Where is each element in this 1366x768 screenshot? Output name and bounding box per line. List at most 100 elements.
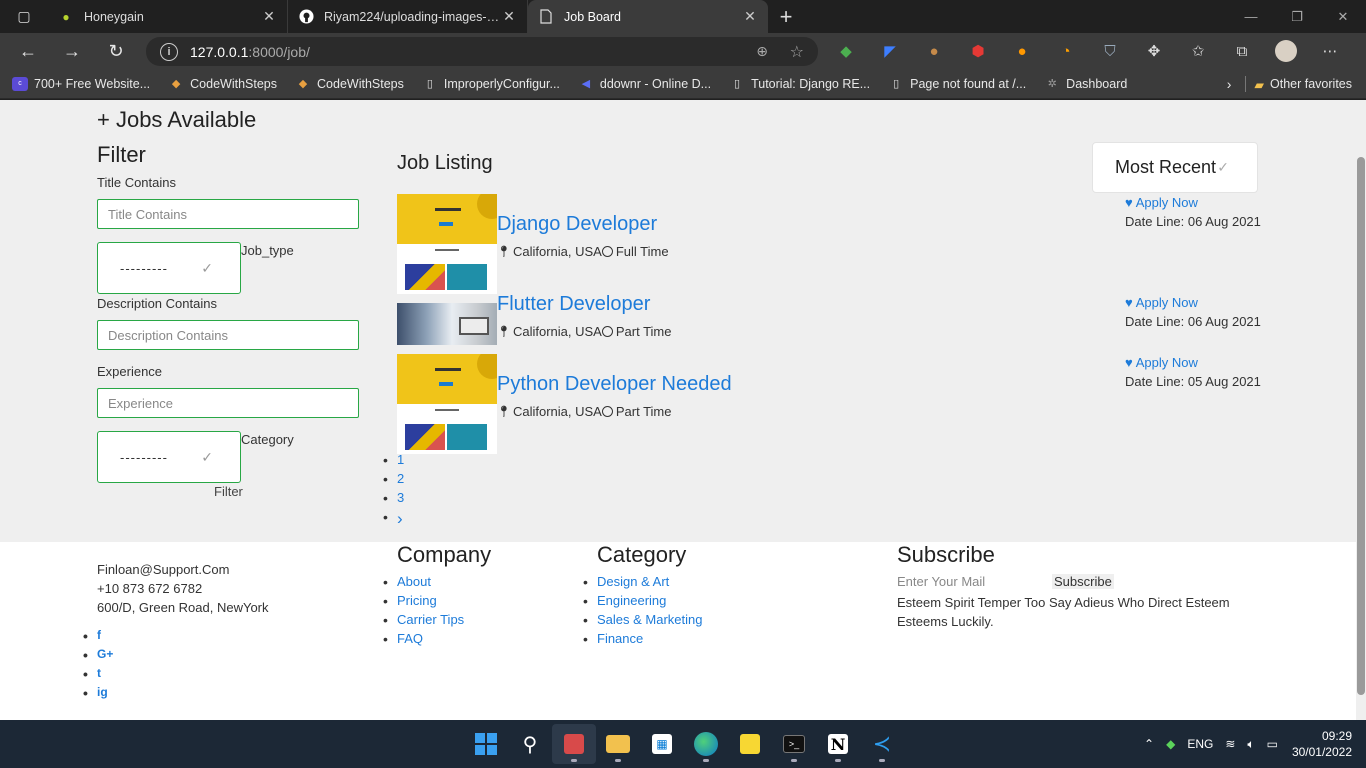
address-bar[interactable]: i 127.0.0.1:8000/job/ ⊕ ☆	[146, 37, 818, 66]
extension-orange-icon[interactable]: ●	[1000, 33, 1044, 69]
clock[interactable]: 09:29 30/01/2022	[1292, 728, 1352, 760]
tab-actions-icon[interactable]: ▢	[0, 0, 48, 33]
chevron-up-icon[interactable]: ⌃	[1144, 737, 1154, 751]
page-link-2[interactable]: 2	[383, 471, 405, 490]
tab-github[interactable]: Riyam224/uploading-images-for ✕	[288, 0, 528, 33]
close-window-icon[interactable]: ✕	[1320, 0, 1366, 33]
other-favorites[interactable]: › ▰ Other favorites	[1227, 69, 1352, 99]
close-icon[interactable]: ✕	[261, 8, 277, 25]
footer-link[interactable]: Sales & Marketing	[583, 612, 702, 631]
zoom-icon[interactable]: ⊕	[756, 43, 768, 60]
footer-link[interactable]: Engineering	[583, 593, 703, 612]
page-icon: ▯	[734, 78, 741, 90]
instagram-icon[interactable]: ig	[83, 685, 113, 704]
close-icon[interactable]: ✕	[501, 8, 517, 25]
subscribe-email-input[interactable]: Enter Your Mail	[897, 574, 985, 589]
bookmark-item[interactable]: ◆ CodeWithSteps	[168, 77, 277, 91]
volume-icon[interactable]: 🔈︎	[1247, 737, 1254, 752]
sort-select[interactable]: Most Recent ✓	[1092, 142, 1258, 193]
wifi-icon[interactable]: ≋	[1225, 737, 1235, 751]
edge-icon[interactable]	[684, 724, 728, 764]
extension-cookie-icon[interactable]: ●	[912, 33, 956, 69]
sticky-notes-icon[interactable]	[728, 724, 772, 764]
store-icon[interactable]: ▦	[640, 724, 684, 764]
extensions-puzzle-icon[interactable]: ✥	[1132, 33, 1176, 69]
job-title-link[interactable]: Python Developer Needed	[497, 373, 732, 396]
bookmark-item[interactable]: ▯ Tutorial: Django RE...	[729, 77, 870, 91]
start-icon[interactable]	[464, 724, 508, 764]
battery-icon[interactable]: ▭	[1267, 737, 1278, 751]
footer-link[interactable]: FAQ	[383, 631, 464, 650]
experience-input[interactable]: Experience	[97, 388, 359, 418]
extension-blue-icon[interactable]: ◤	[868, 33, 912, 69]
info-icon[interactable]: i	[160, 42, 178, 61]
refresh-icon[interactable]: ↻	[94, 33, 138, 69]
footer-link[interactable]: Finance	[583, 631, 703, 650]
clock-date: 30/01/2022	[1291, 745, 1352, 759]
extension-globe-icon[interactable]: ◆	[824, 33, 868, 69]
tab-honeygain[interactable]: ● Honeygain ✕	[48, 0, 288, 33]
new-tab-button[interactable]: +	[768, 0, 804, 33]
extension-red-icon[interactable]: ⬢	[956, 33, 1000, 69]
file-explorer-icon[interactable]	[596, 724, 640, 764]
bookmark-item[interactable]: c 700+ Free Website...	[12, 76, 150, 91]
search-icon[interactable]: ⚲	[508, 724, 552, 764]
language-indicator[interactable]: ENG	[1187, 737, 1213, 751]
favorite-star-icon[interactable]: ☆	[790, 42, 804, 62]
job-title-link[interactable]: Django Developer	[497, 213, 657, 236]
job-title-link[interactable]: Flutter Developer	[497, 293, 650, 316]
description-placeholder: Description Contains	[108, 327, 228, 343]
avatar[interactable]	[1264, 33, 1308, 69]
job-type-select[interactable]: --------- ✓	[97, 242, 241, 294]
contact-info: Finloan@Support.Com +10 873 672 6782 600…	[97, 560, 269, 617]
job-thumbnail[interactable]	[397, 194, 497, 294]
google-plus-icon[interactable]: G+	[83, 647, 114, 666]
title-contains-input[interactable]: Title Contains	[97, 199, 359, 229]
forward-icon[interactable]: →	[50, 33, 94, 69]
chevron-right-icon[interactable]: ›	[1227, 76, 1232, 92]
network-app-icon[interactable]: ◆	[1166, 737, 1175, 751]
page-link-1[interactable]: 1	[383, 452, 405, 471]
bookmark-item[interactable]: ▯ ImproperlyConfigur...	[422, 77, 560, 91]
bookmark-label: CodeWithSteps	[317, 76, 404, 91]
next-page-icon[interactable]: ›	[383, 509, 404, 528]
bookmark-item[interactable]: ✲ Dashboard	[1044, 77, 1128, 91]
description-input[interactable]: Description Contains	[97, 320, 359, 350]
favorites-icon[interactable]: ✩	[1176, 33, 1220, 69]
job-thumbnail[interactable]	[397, 303, 497, 345]
footer-link[interactable]: Carrier Tips	[383, 612, 464, 631]
apply-now-link[interactable]: ♥ Apply Now	[1125, 355, 1198, 370]
category-select[interactable]: --------- ✓	[97, 431, 241, 483]
filter-button[interactable]: Filter	[214, 484, 243, 499]
tab-job-board[interactable]: Job Board ✕	[528, 0, 768, 33]
more-menu-icon[interactable]: ⋯	[1308, 33, 1352, 69]
snipping-tool-icon[interactable]	[552, 724, 596, 764]
footer-link[interactable]: About	[383, 574, 464, 593]
page-link-3[interactable]: 3	[383, 490, 405, 509]
terminal-icon[interactable]: >_	[772, 724, 816, 764]
collections-icon[interactable]: ⧉	[1220, 33, 1264, 69]
facebook-icon[interactable]: f	[83, 628, 113, 647]
apply-now-link[interactable]: ♥ Apply Now	[1125, 195, 1198, 210]
bookmark-item[interactable]: ▯ Page not found at /...	[888, 77, 1026, 91]
twitter-icon[interactable]: t	[83, 666, 113, 685]
taskbar-apps: ⚲ ▦ >_ N ≺	[464, 720, 904, 768]
restore-icon[interactable]: ❐	[1274, 0, 1320, 33]
bookmark-item[interactable]: ◀ ddownr - Online D...	[578, 77, 711, 91]
vscode-icon[interactable]: ≺	[860, 724, 904, 764]
extension-shield-icon[interactable]: ⛉	[1088, 33, 1132, 69]
back-icon[interactable]: ←	[6, 33, 50, 69]
notion-icon[interactable]: N	[816, 724, 860, 764]
subscribe-button[interactable]: Subscribe	[1052, 574, 1114, 589]
page-scrollbar[interactable]	[1356, 100, 1366, 720]
extension-timer-icon[interactable]: ◔	[1044, 33, 1088, 69]
scrollbar-thumb[interactable]	[1357, 157, 1365, 695]
bookmark-item[interactable]: ◆ CodeWithSteps	[295, 77, 404, 91]
footer-link[interactable]: Design & Art	[583, 574, 703, 593]
close-icon[interactable]: ✕	[742, 8, 758, 25]
apply-now-link[interactable]: ♥ Apply Now	[1125, 295, 1198, 310]
minimize-icon[interactable]: —	[1228, 0, 1274, 33]
footer-link[interactable]: Pricing	[383, 593, 464, 612]
job-thumbnail[interactable]	[397, 354, 497, 454]
apply-label: Apply Now	[1135, 355, 1198, 370]
